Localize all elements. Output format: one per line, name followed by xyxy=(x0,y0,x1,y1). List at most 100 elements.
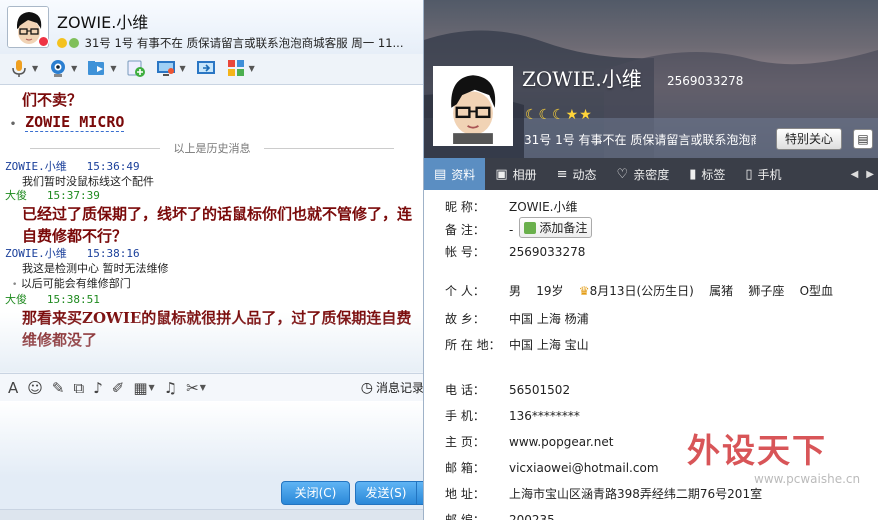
sender-line: ZOWIE.小维 15:36:49 xyxy=(0,160,423,174)
tab-mobile[interactable]: ▯ 手机 xyxy=(735,158,791,190)
sender-name: 大俊 xyxy=(5,293,27,306)
phone-icon: ▯ xyxy=(745,166,753,182)
arrow-right-icon[interactable]: ▶ xyxy=(866,169,874,180)
site-watermark: 外设天下 www.pcwaishe.cn xyxy=(682,424,862,486)
tab-scroll-arrows: ◀ ▶ xyxy=(851,158,878,190)
dropdown-arrow-icon[interactable]: ▼ xyxy=(249,64,255,73)
profile-card-icon: ▤ xyxy=(434,166,447,182)
address-row: 地 址： 上海市宝山区涵青路398弄经纬二期76号201室 xyxy=(445,485,762,502)
tab-tags[interactable]: ▮ 标签 xyxy=(679,158,735,190)
tab-label: 亲密度 xyxy=(633,167,670,182)
album-icon: ▣ xyxy=(495,166,508,182)
message-text: 我们暂时没鼠标线这个配件 xyxy=(22,175,154,188)
dropdown-arrow-icon[interactable]: ▼ xyxy=(71,64,77,73)
input-toolbar: A ☺ ✎ ⧉ ♪ ✐ ▦ ▼ ♫ ✂ ▼ ◷ 消息记录 xyxy=(0,373,424,401)
special-care-button[interactable]: 特别关心 xyxy=(776,128,842,150)
contact-name: ZOWIE.小维 xyxy=(57,13,149,32)
sun-level-icon xyxy=(57,38,67,48)
sender-line: 大俊 15:38:51 xyxy=(0,293,423,307)
profile-info: 昵 称： ZOWIE.小维 备 注： - 添加备注 帐 号： 2569033278 个 … xyxy=(424,190,878,520)
message-history-label: 消息记录 xyxy=(375,381,424,395)
email-value[interactable]: vicxiaowei@hotmail.com xyxy=(509,461,659,475)
message-time: 15:37:39 xyxy=(46,189,100,202)
note-row: 备 注： - 添加备注 xyxy=(445,217,593,238)
apps-button[interactable]: ▼ xyxy=(223,56,258,80)
share-screen-button[interactable] xyxy=(193,56,219,80)
hometown-row: 故 乡： 中国 上海 杨浦 xyxy=(445,310,589,327)
send-options-button[interactable] xyxy=(416,481,423,505)
busy-status-icon xyxy=(38,36,49,47)
create-group-button[interactable] xyxy=(123,56,149,80)
message-time: 15:38:16 xyxy=(86,247,140,260)
field-label: 地 址： xyxy=(445,487,485,501)
chat-bubble-icon[interactable]: ▤ xyxy=(853,129,873,149)
remote-desktop-icon xyxy=(157,61,176,76)
voice-message-icon[interactable]: ♪ xyxy=(93,379,103,397)
chat-header: ZOWIE.小维 31号 1号 有事不在 质保请留言或联系泡泡商城客服 周一 1… xyxy=(0,0,423,54)
account-value: 2569033278 xyxy=(509,245,586,259)
profile-tabs: ▤ 资料 ▣ 相册 ≡ 动态 ♡ 亲密度 ▮ 标签 ▯ 手机 ◀ ▶ xyxy=(424,158,878,190)
tab-album[interactable]: ▣ 相册 xyxy=(485,158,546,190)
music-icon[interactable]: ♫ xyxy=(164,379,177,397)
dropdown-arrow-icon[interactable]: ▼ xyxy=(179,64,185,73)
dropdown-arrow-icon[interactable]: ▼ xyxy=(200,383,206,392)
clock-icon: ◷ xyxy=(360,379,373,396)
phone-row: 电 话： 56501502 xyxy=(445,381,570,398)
shake-window-icon[interactable]: ⧉ xyxy=(73,379,84,397)
dropdown-arrow-icon[interactable]: ▼ xyxy=(149,383,155,392)
tab-label: 手机 xyxy=(757,167,782,182)
voice-call-button[interactable]: ▼ xyxy=(6,56,41,80)
video-call-button[interactable]: ▼ xyxy=(45,56,80,80)
message-history[interactable]: 们不卖？ • ZOWIE MICRO 以上是历史消息 ZOWIE.小维 15:3… xyxy=(0,84,423,372)
watermark-logo-text: 外设天下 xyxy=(687,431,827,470)
sender-name: ZOWIE.小维 xyxy=(5,247,67,260)
field-label: 电 话： xyxy=(445,383,485,397)
sender-name: ZOWIE.小维 xyxy=(5,160,67,173)
chat-toolbar: ▼ ▼ ▼ ▼ ▼ xyxy=(0,54,423,82)
field-label: 邮 编： xyxy=(445,513,485,520)
screenshot-scissors-icon[interactable]: ✂ xyxy=(186,379,199,397)
message-history-button[interactable]: ◷ 消息记录 xyxy=(360,379,424,396)
add-note-button[interactable]: 添加备注 xyxy=(519,217,593,238)
birthday-value: 8月13日(公历生日) 属猪 狮子座 O型血 xyxy=(589,284,834,298)
mobile-value: 136******** xyxy=(509,409,580,423)
location-value: 中国 上海 宝山 xyxy=(509,338,589,352)
send-button[interactable]: 发送(S) xyxy=(355,481,417,505)
location-row: 所 在 地： 中国 上海 宝山 xyxy=(445,336,589,353)
edit-icon[interactable]: ✐ xyxy=(112,379,125,397)
folder-icon xyxy=(88,61,105,75)
send-file-button[interactable]: ▼ xyxy=(84,56,119,80)
profile-name: ZOWIE.小维 xyxy=(522,67,642,91)
tab-profile[interactable]: ▤ 资料 xyxy=(424,158,486,190)
emoji-icon[interactable]: ☺ xyxy=(27,379,43,397)
field-label: 手 机： xyxy=(445,409,485,423)
profile-avatar[interactable] xyxy=(433,66,513,146)
message-link-text[interactable]: ZOWIE MICRO xyxy=(25,113,125,132)
tab-intimacy[interactable]: ♡ 亲密度 xyxy=(607,158,680,190)
image-icon[interactable]: ▦ xyxy=(133,379,147,397)
font-icon[interactable]: A xyxy=(8,379,18,397)
message-input[interactable] xyxy=(0,401,423,477)
arrow-left-icon[interactable]: ◀ xyxy=(851,169,859,180)
remote-assist-button[interactable]: ▼ xyxy=(153,56,188,80)
field-label: 备 注： xyxy=(445,222,485,237)
horizontal-scrollbar[interactable] xyxy=(0,509,423,520)
dropdown-arrow-icon[interactable]: ▼ xyxy=(32,64,38,73)
email-row: 邮 箱： vicxiaowei@hotmail.com xyxy=(445,459,659,476)
homepage-link[interactable]: www.popgear.net xyxy=(509,435,613,449)
history-divider: 以上是历史消息 xyxy=(0,140,423,156)
profile-signature: 31号 1号 有事不在 质保请留言或联系泡泡商 xyxy=(524,133,756,147)
magic-wand-icon[interactable]: ✎ xyxy=(52,379,65,397)
field-label: 个 人： xyxy=(445,284,485,298)
message-time: 15:36:49 xyxy=(86,160,140,173)
camera-icon xyxy=(51,60,66,77)
tab-label: 相册 xyxy=(512,167,537,182)
contact-signature: 31号 1号 有事不在 质保请留言或联系泡泡商城客服 周一 11... xyxy=(84,36,404,50)
account-row: 帐 号： 2569033278 xyxy=(445,243,585,260)
tab-feed[interactable]: ≡ 动态 xyxy=(547,158,607,190)
dropdown-arrow-icon[interactable]: ▼ xyxy=(110,64,116,73)
close-button[interactable]: 关闭(C) xyxy=(281,481,350,505)
phone-value: 56501502 xyxy=(509,383,571,397)
bullet: • xyxy=(10,119,17,130)
field-label: 帐 号： xyxy=(445,245,485,259)
